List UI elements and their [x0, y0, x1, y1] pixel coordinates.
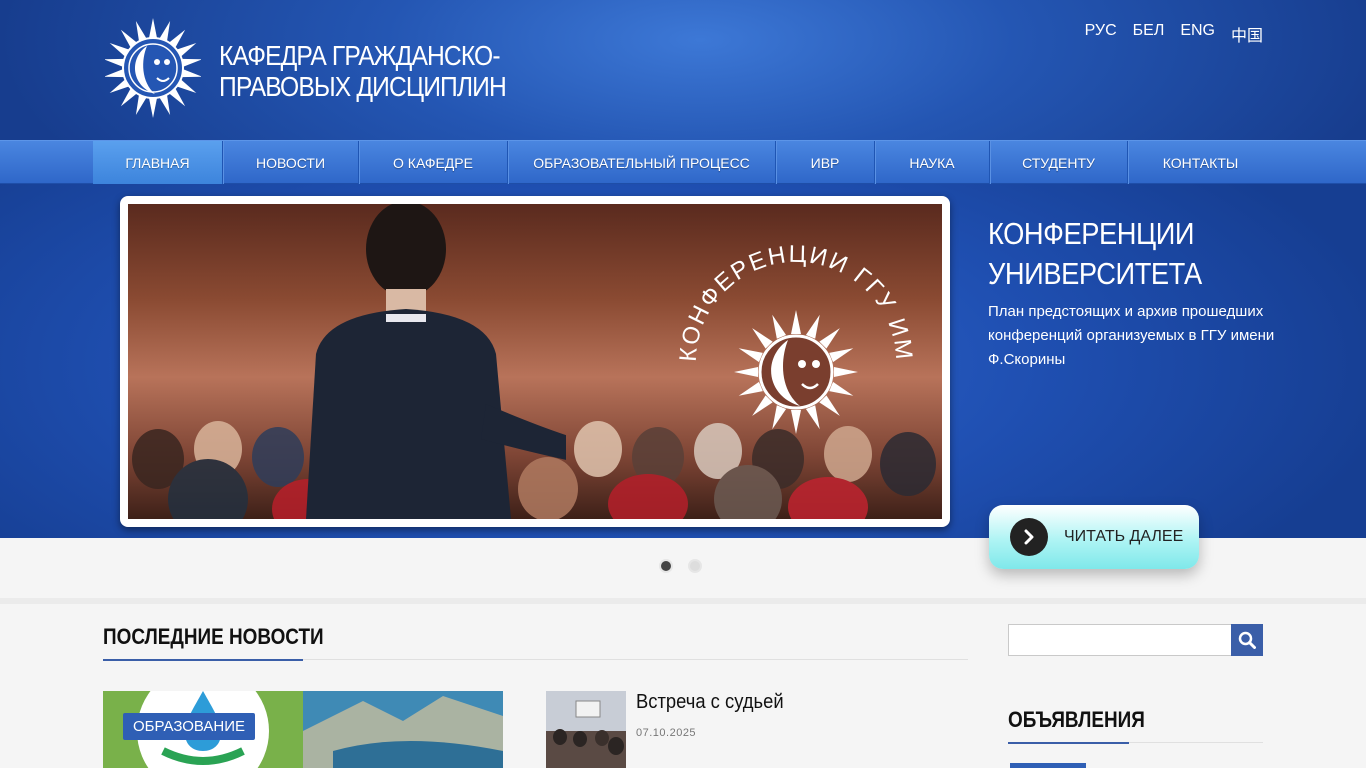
read-more-label: Читать далее: [1064, 528, 1184, 545]
lang-be[interactable]: БЕЛ: [1133, 22, 1165, 46]
heading-underline-accent: [103, 659, 303, 661]
nav-item-ivr[interactable]: ИВР: [776, 141, 875, 184]
slide-title[interactable]: Конференции университета: [988, 214, 1252, 294]
nav-item-students[interactable]: Студенту: [990, 141, 1128, 184]
language-switcher: РУС БЕЛ ENG 中国: [1085, 22, 1263, 46]
speaker-figure: [306, 204, 566, 519]
search-icon: [1238, 631, 1256, 649]
category-badge[interactable]: Образование: [123, 713, 256, 740]
slider-dot-2[interactable]: [688, 559, 702, 573]
slider-dot-1[interactable]: [659, 559, 673, 573]
lang-zh[interactable]: 中国: [1231, 22, 1263, 46]
site-title-line2: правовых дисциплин: [219, 71, 507, 102]
lang-en[interactable]: ENG: [1180, 22, 1215, 46]
latest-news-heading: Последние новости: [103, 624, 324, 649]
divider: [0, 598, 1366, 604]
post-title[interactable]: Встреча с судьей: [636, 691, 784, 714]
nav-item-science[interactable]: Наука: [875, 141, 990, 184]
read-more-button[interactable]: Читать далее: [989, 505, 1199, 569]
slide-image-frame[interactable]: КОНФЕРЕНЦИИ ГГУ ИМЕНИ Ф.СКОРИНЫ: [120, 196, 950, 527]
search-input[interactable]: [1008, 624, 1232, 656]
classroom-photo: [546, 691, 626, 768]
university-sun-logo[interactable]: [105, 18, 201, 120]
site-title-line1: Кафедра гражданско-: [219, 40, 501, 71]
nav-item-contacts[interactable]: Контакты: [1128, 141, 1273, 184]
sidebar-heading-underline-accent: [1008, 742, 1129, 744]
site-title[interactable]: Кафедра гражданско- правовых дисциплин: [219, 40, 507, 102]
chevron-right-icon: [1010, 518, 1048, 556]
post-date: 07.10.2025: [636, 727, 697, 739]
conference-photo: КОНФЕРЕНЦИИ ГГУ ИМЕНИ Ф.СКОРИНЫ: [128, 204, 942, 519]
nav-item-education[interactable]: Образовательный процесс: [508, 141, 776, 184]
hero-slider: КОНФЕРЕНЦИИ ГГУ ИМЕНИ Ф.СКОРИНЫ: [0, 184, 1366, 538]
announcement-thumbnail[interactable]: [1010, 763, 1086, 768]
main-nav: Главная Новости О кафедре Образовательны…: [0, 140, 1366, 184]
lang-ru[interactable]: РУС: [1085, 22, 1117, 46]
search-button[interactable]: [1231, 624, 1263, 656]
slide-description: План предстоящих и архив прошедших конфе…: [988, 303, 1275, 368]
nav-item-home[interactable]: Главная: [93, 141, 223, 184]
announcements-heading: Объявления: [1008, 707, 1145, 732]
nav-item-news[interactable]: Новости: [223, 141, 359, 184]
conference-seal-logo: КОНФЕРЕНЦИИ ГГУ ИМЕНИ Ф.СКОРИНЫ: [676, 242, 915, 434]
post-thumbnail[interactable]: [546, 691, 626, 768]
site-header: Кафедра гражданско- правовых дисциплин Р…: [0, 0, 1366, 140]
nav-item-about[interactable]: О кафедре: [359, 141, 508, 184]
